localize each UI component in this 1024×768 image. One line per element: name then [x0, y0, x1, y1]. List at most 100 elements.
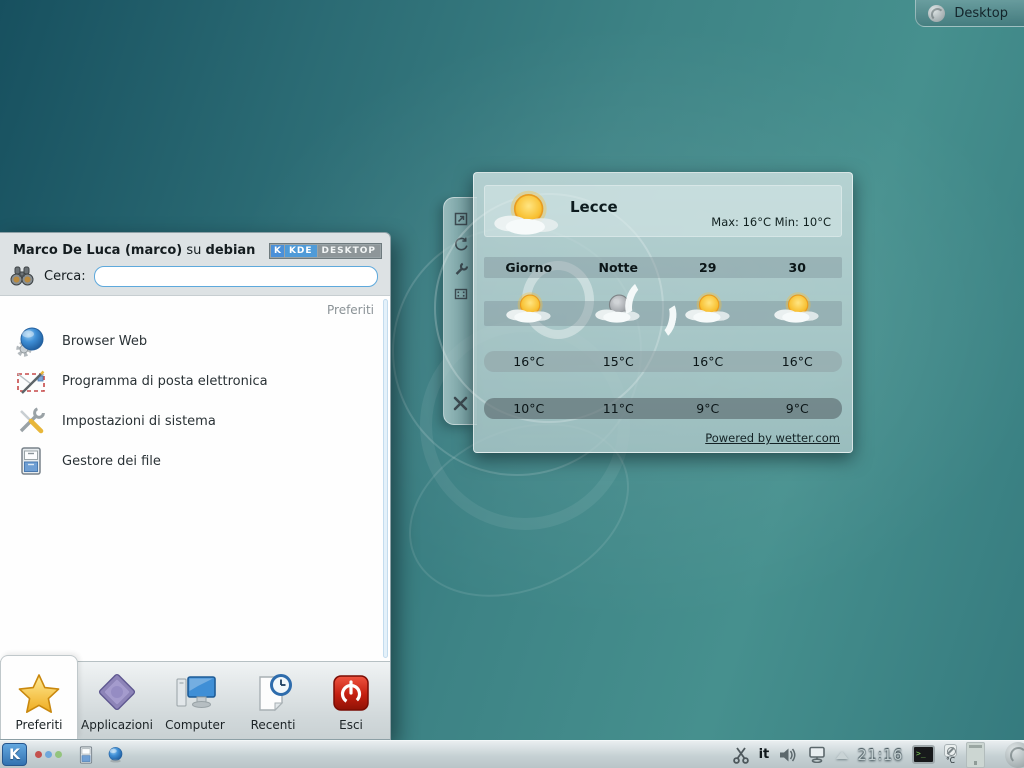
low-temp: 10°C: [484, 401, 574, 416]
red-dot-icon: [35, 751, 42, 758]
weather-header: Lecce Max: 16°C Min: 10°C: [484, 185, 842, 237]
system-tray: it 21:16 >_ °C: [732, 741, 1024, 768]
blue-dot-icon: [45, 751, 52, 758]
sun-cloud-icon: [491, 187, 563, 237]
configure-wrench-icon[interactable]: [452, 260, 470, 278]
kickoff-header: Marco De Luca (marco) su debian K KDE DE…: [0, 233, 390, 261]
tab-computer[interactable]: Computer: [156, 662, 234, 739]
favorites-scrollbar[interactable]: [383, 299, 388, 658]
file-cabinet-icon: [15, 445, 47, 477]
favorites-section-label: Preferiti: [0, 296, 390, 321]
user-su: su: [186, 243, 201, 258]
moon-cloud-icon: [574, 302, 664, 325]
weather-column-headers: Giorno Notte 29 30: [484, 257, 842, 278]
weather-widget: Lecce Max: 16°C Min: 10°C Giorno Notte 2…: [473, 172, 853, 453]
kickoff-favorites-list: Preferiti Browser Web: [0, 295, 390, 661]
sun-cloud-icon: [753, 302, 843, 325]
kde-desktop-badge: K KDE DESKTOP: [269, 243, 382, 259]
column-header: Notte: [574, 260, 664, 275]
volume-icon[interactable]: [778, 747, 798, 763]
keyboard-layout-indicator[interactable]: it: [759, 747, 770, 762]
kickoff-menu: Marco De Luca (marco) su debian K KDE DE…: [0, 232, 391, 740]
tab-label: Applicazioni: [81, 718, 153, 732]
kickoff-user-title: Marco De Luca (marco) su debian: [13, 241, 255, 258]
diamond-icon: [96, 673, 138, 715]
favorite-label: Programma di posta elettronica: [62, 374, 268, 389]
weather-icon-row: [484, 301, 842, 326]
favorite-item-file-manager[interactable]: Gestore dei file: [0, 441, 390, 481]
desktop-toolbox[interactable]: Desktop: [915, 0, 1024, 27]
weather-unit-label: °C: [946, 757, 955, 765]
sun-cloud-icon: [484, 302, 574, 325]
desktop: Desktop Marco De Luca (marco) su debian …: [0, 0, 1024, 768]
user-name: Marco De Luca (marco): [13, 243, 182, 258]
tab-preferiti[interactable]: Preferiti: [0, 655, 78, 739]
kde-launcher-button[interactable]: K: [2, 743, 27, 766]
file-manager-launcher[interactable]: [76, 745, 96, 765]
bottom-panel: K: [0, 740, 1024, 768]
computer-icon: [172, 673, 218, 715]
high-temp: 16°C: [753, 354, 843, 369]
panel-toolbox-cashew[interactable]: [994, 741, 1024, 768]
terminal-icon[interactable]: >_: [912, 745, 935, 764]
network-monitor-icon[interactable]: [807, 746, 827, 763]
cashew-icon: [928, 5, 945, 22]
column-header: 29: [663, 260, 753, 275]
panel-applet[interactable]: [966, 742, 985, 768]
screen-settings-icon[interactable]: [452, 285, 470, 303]
activity-dots[interactable]: [35, 751, 62, 758]
applet-mark: [974, 761, 977, 765]
favorite-item-system-settings[interactable]: Impostazioni di sistema: [0, 401, 390, 441]
weather-high-temps: 16°C 15°C 16°C 16°C: [484, 351, 842, 372]
tab-applicazioni[interactable]: Applicazioni: [78, 662, 156, 739]
high-temp: 15°C: [574, 354, 664, 369]
document-clock-icon: [252, 673, 294, 715]
favorite-item-email[interactable]: Programma di posta elettronica: [0, 361, 390, 401]
favorite-item-browser-web[interactable]: Browser Web: [0, 321, 390, 361]
badge-kde-label: KDE: [285, 245, 317, 257]
favorite-label: Gestore dei file: [62, 454, 161, 469]
host-name: debian: [206, 243, 256, 258]
search-label: Cerca:: [44, 269, 86, 284]
rotate-icon[interactable]: [452, 235, 470, 253]
column-header: Giorno: [484, 260, 574, 275]
high-temp: 16°C: [484, 354, 574, 369]
column-header: 30: [753, 260, 843, 275]
close-icon[interactable]: [452, 394, 470, 412]
plasmoid-handle[interactable]: [443, 197, 477, 425]
crossed-tools-icon: [15, 405, 47, 437]
tab-recenti[interactable]: Recenti: [234, 662, 312, 739]
applet-text-mark: [969, 745, 982, 748]
tab-label: Preferiti: [16, 718, 63, 732]
web-browser-globe-icon: [15, 325, 47, 357]
badge-desktop-label: DESKTOP: [318, 245, 380, 257]
low-temp: 9°C: [663, 401, 753, 416]
high-temp: 16°C: [663, 354, 753, 369]
sun-cloud-icon: [663, 302, 753, 325]
klipper-scissors-icon[interactable]: [732, 746, 750, 764]
tab-esci[interactable]: Esci: [312, 662, 390, 739]
binoculars-icon: [8, 264, 36, 288]
kickoff-tab-bar: Preferiti Applicazioni: [0, 661, 390, 739]
email-envelope-pen-icon: [15, 365, 47, 397]
favorite-label: Browser Web: [62, 334, 147, 349]
web-browser-launcher[interactable]: [106, 745, 125, 764]
weather-low-temps: 10°C 11°C 9°C 9°C: [484, 398, 842, 419]
weather-city: Lecce: [570, 198, 618, 216]
search-input[interactable]: [94, 266, 378, 287]
tray-expander-icon[interactable]: [836, 751, 848, 759]
cashew-icon: [1005, 742, 1024, 768]
low-temp: 9°C: [753, 401, 843, 416]
wetter-credit-link[interactable]: Powered by wetter.com: [705, 431, 840, 445]
green-dot-icon: [55, 751, 62, 758]
favorite-label: Impostazioni di sistema: [62, 414, 216, 429]
weather-tray-icon[interactable]: °C: [944, 744, 957, 765]
tab-label: Esci: [339, 718, 363, 732]
toolbox-label: Desktop: [954, 6, 1008, 21]
star-icon: [17, 673, 61, 715]
kickoff-search-row: Cerca:: [0, 261, 390, 296]
weather-max-min: Max: 16°C Min: 10°C: [711, 215, 831, 229]
resize-icon[interactable]: [452, 210, 470, 228]
digital-clock[interactable]: 21:16: [857, 746, 903, 764]
kde-gear-icon: K: [271, 245, 284, 257]
